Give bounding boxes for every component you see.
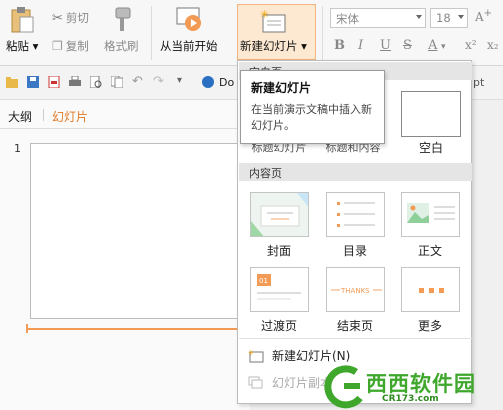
cover-layout-icon bbox=[251, 193, 308, 236]
docer-label[interactable]: Do bbox=[219, 76, 234, 89]
layout-blank-label: 空白 bbox=[418, 141, 443, 155]
layout-cover-label: 封面 bbox=[266, 244, 291, 258]
docer-icon[interactable] bbox=[202, 76, 214, 88]
tooltip-title: 新建幻灯片 bbox=[251, 81, 312, 95]
tab-slides[interactable]: 幻灯片 bbox=[52, 108, 88, 125]
underline-icon[interactable]: U bbox=[380, 38, 391, 53]
new-slide-item-label: 新建幻灯片(N) bbox=[272, 349, 351, 363]
bold-icon[interactable]: B bbox=[334, 38, 345, 53]
subscript-icon[interactable]: x₂ bbox=[487, 38, 499, 52]
font-size-value: 18 bbox=[436, 11, 451, 25]
svg-text:✳: ✳ bbox=[248, 349, 254, 357]
italic-icon[interactable]: I bbox=[358, 38, 363, 53]
tab-underline bbox=[0, 128, 250, 129]
font-name-select[interactable]: 宋体 bbox=[330, 8, 426, 28]
body-layout-icon bbox=[407, 203, 455, 223]
font-color-icon[interactable]: A bbox=[428, 38, 437, 53]
chevron-down-icon[interactable]: ▾ bbox=[177, 75, 182, 86]
layout-cover[interactable] bbox=[250, 192, 309, 237]
scissors-icon: ✂ bbox=[52, 10, 63, 26]
cut-button[interactable]: ✂ 剪切 bbox=[52, 10, 89, 26]
new-slide-tooltip: 新建幻灯片 在当前演示文稿中插入新幻灯片。 bbox=[240, 70, 385, 144]
copy-label: 复制 bbox=[65, 39, 89, 53]
menu-item-new-slide[interactable]: ✳ 新建幻灯片(N) bbox=[248, 347, 350, 364]
paste-label: 粘贴 bbox=[6, 39, 29, 53]
redo-icon[interactable]: ↷ bbox=[153, 74, 164, 89]
slides-panel: 大纲 幻灯片 1 bbox=[0, 100, 250, 410]
layout-body[interactable] bbox=[401, 192, 460, 237]
from-current-button[interactable]: 从当前开始 bbox=[160, 6, 218, 54]
transition-number: 01 bbox=[259, 277, 268, 285]
print-icon[interactable] bbox=[69, 76, 81, 88]
thanks-text: THANKS bbox=[340, 287, 370, 295]
font-grow-icon[interactable]: A+ bbox=[475, 8, 492, 24]
format-painter-button[interactable]: 格式刷 bbox=[104, 6, 139, 54]
svg-text:✳: ✳ bbox=[260, 8, 269, 21]
more-layout-icon bbox=[419, 288, 444, 293]
export-pdf-icon[interactable] bbox=[48, 76, 60, 88]
new-slide-icon: ✳ bbox=[260, 8, 286, 33]
slideshow-icon bbox=[176, 7, 201, 31]
undo-icon[interactable]: ↶ bbox=[132, 74, 143, 89]
ribbon: 粘贴 ▾ ✂ 剪切 ❐ 复制 格式刷 从当前开始 ✳ 新建幻灯片 ▾ 宋体 18… bbox=[0, 0, 503, 66]
toc-layout-icon bbox=[337, 202, 375, 227]
layout-ending[interactable]: THANKS bbox=[326, 267, 385, 312]
ribbon-divider bbox=[322, 6, 323, 60]
layout-more[interactable] bbox=[401, 267, 460, 312]
save-icon[interactable] bbox=[27, 76, 39, 88]
insertion-line bbox=[28, 328, 250, 330]
tab-outline[interactable]: 大纲 bbox=[8, 108, 32, 125]
brand-logo-icon bbox=[324, 365, 363, 409]
layout-transition-label: 过渡页 bbox=[260, 319, 297, 333]
watermark-url: CR173.com bbox=[382, 394, 439, 404]
font-size-select[interactable]: 18 bbox=[430, 8, 468, 28]
slide-thumbnail[interactable] bbox=[30, 143, 250, 319]
chevron-down-icon bbox=[416, 15, 422, 19]
layout-toc[interactable] bbox=[326, 192, 385, 237]
format-painter-icon bbox=[115, 7, 131, 31]
chevron-down-icon bbox=[458, 15, 464, 19]
transition-layout-icon: 01 bbox=[257, 274, 301, 300]
font-name-value: 宋体 bbox=[336, 12, 359, 26]
strikethrough-icon[interactable]: S bbox=[403, 38, 412, 53]
layout-ending-label: 结束页 bbox=[336, 319, 373, 333]
menu-separator bbox=[239, 338, 472, 339]
right-text-fragment: pt bbox=[473, 76, 485, 89]
copy-button[interactable]: ❐ 复制 bbox=[52, 38, 89, 54]
paste-icon bbox=[11, 7, 34, 33]
ribbon-divider bbox=[151, 6, 152, 60]
from-current-label: 从当前开始 bbox=[160, 39, 218, 53]
print-preview-icon[interactable] bbox=[90, 76, 102, 88]
copy-icon: ❐ bbox=[52, 39, 63, 53]
layout-toc-label: 目录 bbox=[342, 244, 367, 258]
slide-number: 1 bbox=[14, 142, 21, 155]
folder-icon[interactable] bbox=[6, 76, 18, 88]
copy-doc-icon[interactable] bbox=[111, 76, 123, 88]
chevron-down-icon[interactable]: ▾ bbox=[441, 42, 446, 52]
new-slide-button-content[interactable]: ✳ 新建幻灯片 ▾ bbox=[240, 8, 307, 54]
new-slide-icon: ✳ bbox=[248, 349, 264, 362]
layout-more-label: 更多 bbox=[417, 319, 442, 333]
slide-copy-icon bbox=[248, 376, 263, 388]
section-header-content: 内容页 bbox=[239, 163, 472, 181]
new-slide-label: 新建幻灯片 bbox=[240, 39, 298, 53]
ending-layout-icon: THANKS bbox=[331, 287, 382, 295]
tab-divider bbox=[43, 109, 44, 121]
tooltip-description: 在当前演示文稿中插入新幻灯片。 bbox=[251, 103, 372, 132]
format-painter-label: 格式刷 bbox=[104, 39, 139, 53]
watermark-logo: 西西软件园 CR173.com bbox=[318, 364, 503, 410]
superscript-icon[interactable]: x² bbox=[465, 38, 477, 52]
layout-blank[interactable] bbox=[401, 91, 461, 137]
cut-label: 剪切 bbox=[65, 11, 89, 25]
layout-body-label: 正文 bbox=[417, 244, 442, 258]
paste-button[interactable]: 粘贴 ▾ bbox=[6, 6, 38, 54]
layout-transition[interactable]: 01 bbox=[250, 267, 309, 312]
